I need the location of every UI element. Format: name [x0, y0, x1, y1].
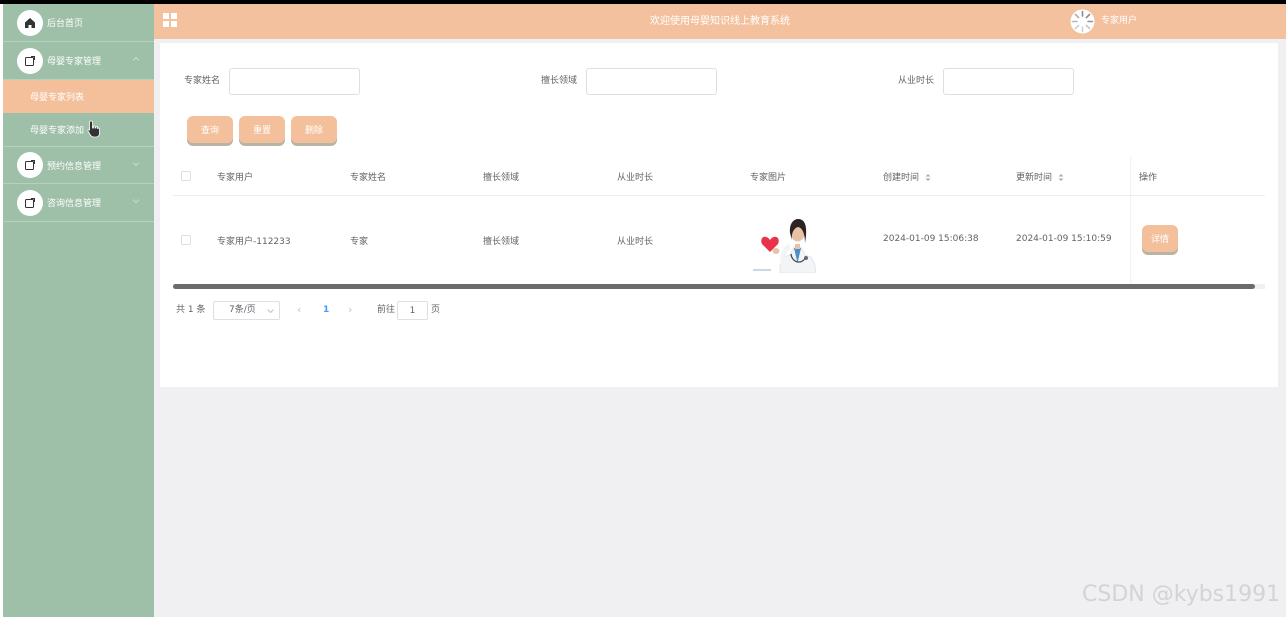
- hand-cursor-icon: [87, 120, 100, 138]
- top-header: 欢迎使用母婴知识线上教育系统 专家用户: [154, 4, 1286, 39]
- column-header-updated-label: 更新时间: [1016, 173, 1053, 183]
- cell-duration: 从业时长: [617, 237, 654, 247]
- sort-icon[interactable]: [1058, 173, 1064, 182]
- page-number-1[interactable]: 1: [323, 301, 329, 319]
- pagination-total: 共 1 条: [176, 305, 206, 315]
- fixed-column-shadow: [1130, 155, 1132, 285]
- horizontal-scrollbar[interactable]: [173, 284, 1255, 289]
- page-size-value: 7条/页: [229, 305, 256, 315]
- cell-name: 专家: [350, 237, 369, 247]
- column-header-name: 专家姓名: [350, 173, 387, 183]
- row-checkbox[interactable]: [181, 235, 191, 245]
- select-all-checkbox[interactable]: [181, 171, 191, 181]
- prev-page-button[interactable]: ‹: [297, 301, 301, 319]
- sidebar-item-expert-management[interactable]: 母婴专家管理: [3, 42, 154, 80]
- specialty-field-input[interactable]: [586, 68, 717, 95]
- edit-icon: [17, 189, 43, 216]
- home-icon: [17, 9, 43, 36]
- sidebar-item-label: 咨询信息管理: [47, 199, 102, 209]
- column-header-image: 专家图片: [750, 173, 787, 183]
- sidebar: 后台首页 母婴专家管理 母婴专家列表 母婴专家添加 预约信息管理 咨询信息管理: [3, 4, 154, 617]
- delete-button[interactable]: 删除: [291, 116, 337, 143]
- cell-updated-time: 2024-01-09 15:10:59: [1016, 234, 1112, 244]
- sidebar-item-appointment-management[interactable]: 预约信息管理: [3, 146, 154, 184]
- header-divider: [173, 195, 1265, 196]
- content-card: 专家姓名 擅长领域 从业时长 查询 重置 删除 专家用户 专家姓名 擅长领域 从…: [160, 43, 1278, 387]
- expert-photo: [750, 207, 817, 273]
- user-avatar[interactable]: [1070, 9, 1095, 34]
- sort-icon[interactable]: [925, 173, 931, 182]
- search-label-field: 擅长领域: [541, 76, 578, 86]
- chevron-down-icon: [267, 309, 274, 314]
- query-button[interactable]: 查询: [187, 116, 233, 143]
- sidebar-item-label: 后台首页: [47, 19, 84, 29]
- sidebar-item-home[interactable]: 后台首页: [3, 4, 154, 42]
- cell-user: 专家用户-112233: [217, 237, 291, 247]
- detail-button[interactable]: 详情: [1142, 225, 1178, 252]
- column-header-created[interactable]: 创建时间: [883, 170, 931, 183]
- sidebar-item-consultation-management[interactable]: 咨询信息管理: [3, 184, 154, 222]
- sidebar-item-label: 母婴专家管理: [47, 57, 102, 67]
- next-page-button[interactable]: ›: [348, 301, 352, 319]
- user-name[interactable]: 专家用户: [1101, 4, 1137, 39]
- column-header-created-label: 创建时间: [883, 173, 920, 183]
- chevron-down-icon: [132, 162, 140, 167]
- chevron-up-icon: [132, 56, 140, 61]
- menu-toggle-icon[interactable]: [163, 13, 177, 27]
- page-suffix: 页: [431, 305, 441, 315]
- goto-label: 前往: [377, 305, 396, 315]
- search-label-duration: 从业时长: [898, 76, 935, 86]
- sidebar-item-label: 预约信息管理: [47, 161, 102, 172]
- column-header-updated[interactable]: 更新时间: [1016, 170, 1064, 183]
- edit-icon: [17, 152, 43, 178]
- reset-button[interactable]: 重置: [239, 116, 285, 143]
- expert-name-input[interactable]: [229, 68, 360, 95]
- watermark: CSDN @kybs1991: [1082, 582, 1281, 607]
- work-duration-input[interactable]: [943, 68, 1074, 95]
- chevron-down-icon: [132, 199, 140, 204]
- edit-icon: [17, 47, 43, 74]
- experts-table: 专家用户 专家姓名 擅长领域 从业时长 专家图片 创建时间 更新时间 操作 专家…: [173, 155, 1265, 285]
- column-header-user: 专家用户: [217, 173, 254, 183]
- main-content: 专家姓名 擅长领域 从业时长 查询 重置 删除 专家用户 专家姓名 擅长领域 从…: [154, 39, 1286, 617]
- column-header-actions: 操作: [1139, 173, 1158, 183]
- column-header-duration: 从业时长: [617, 173, 654, 183]
- cell-created-time: 2024-01-09 15:06:38: [883, 234, 979, 244]
- cell-field: 擅长领域: [483, 237, 520, 247]
- page-size-select[interactable]: 7条/页: [213, 301, 280, 320]
- goto-page-input[interactable]: [397, 301, 428, 320]
- sidebar-subitem-expert-list[interactable]: 母婴专家列表: [3, 80, 154, 113]
- sidebar-subitem-expert-add[interactable]: 母婴专家添加: [3, 113, 154, 146]
- column-header-field: 擅长领域: [483, 173, 520, 183]
- search-label-name: 专家姓名: [184, 76, 221, 86]
